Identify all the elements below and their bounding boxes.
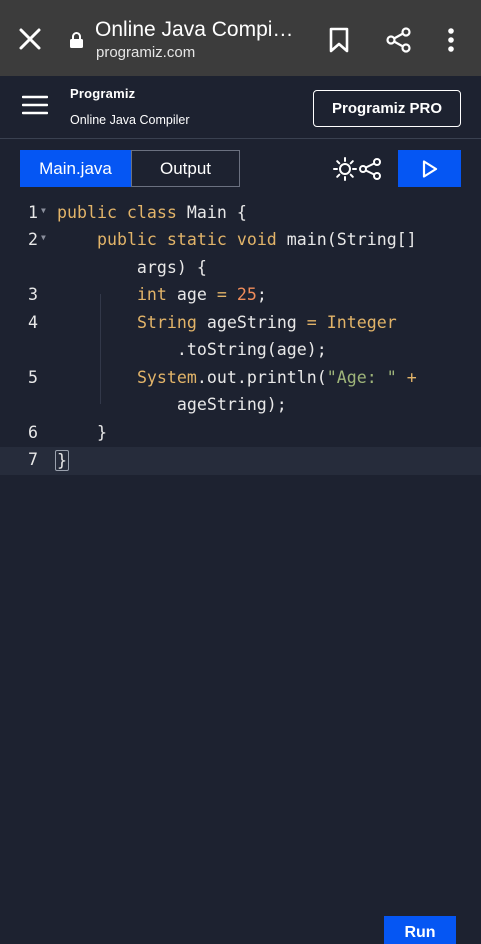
line-number: 6 xyxy=(28,423,38,442)
app-header: Programiz Online Java Compiler Programiz… xyxy=(0,76,481,139)
programiz-pro-button[interactable]: Programiz PRO xyxy=(313,90,461,127)
run-code-button[interactable] xyxy=(398,150,461,187)
code-editor[interactable]: 1 ▼ public class Main { 2 ▼ public stati… xyxy=(0,200,481,944)
editor-toolbar: Main.java Output xyxy=(0,140,481,200)
code-text: .toString(age); xyxy=(57,340,327,359)
code-text: } xyxy=(55,450,69,471)
code-text: int age = 25; xyxy=(136,285,267,304)
more-options-icon[interactable] xyxy=(444,27,458,53)
line-number: 4 xyxy=(28,313,38,332)
run-button[interactable]: Run xyxy=(384,916,456,944)
browser-tab-title[interactable]: Online Java Compi… xyxy=(95,18,300,42)
code-text: public class Main { xyxy=(57,203,247,222)
tab-main-java[interactable]: Main.java xyxy=(20,150,131,187)
lock-icon xyxy=(70,32,83,48)
code-text: ageString); xyxy=(57,395,287,414)
share-code-icon[interactable] xyxy=(358,157,382,181)
line-number: 1 xyxy=(28,203,38,222)
code-text: System.out.println("Age: " + xyxy=(136,368,417,387)
bookmark-icon[interactable] xyxy=(328,27,350,53)
active-line-highlight xyxy=(0,447,481,475)
code-text: } xyxy=(57,423,107,442)
matched-bracket: } xyxy=(55,450,69,471)
browser-url[interactable]: programiz.com xyxy=(96,44,195,61)
tab-output[interactable]: Output xyxy=(131,150,240,187)
code-text: args) { xyxy=(57,258,207,277)
page-subtitle: Online Java Compiler xyxy=(70,113,190,127)
fold-arrow-icon[interactable]: ▼ xyxy=(41,206,46,215)
close-icon[interactable] xyxy=(18,27,42,51)
theme-toggle-icon[interactable] xyxy=(333,157,357,181)
hamburger-menu-icon[interactable] xyxy=(22,95,48,115)
code-text: public static void main(String[] xyxy=(96,230,417,249)
line-number: 5 xyxy=(28,368,38,387)
browser-toolbar: Online Java Compi… programiz.com xyxy=(0,0,481,76)
fold-arrow-icon[interactable]: ▼ xyxy=(41,233,46,242)
code-text: String ageString = Integer xyxy=(136,313,397,332)
line-number: 7 xyxy=(28,450,38,469)
play-icon xyxy=(422,159,437,178)
line-number: 2 xyxy=(28,230,38,249)
line-number: 3 xyxy=(28,285,38,304)
share-icon[interactable] xyxy=(386,27,412,53)
programiz-logo[interactable]: Programiz xyxy=(70,86,135,101)
